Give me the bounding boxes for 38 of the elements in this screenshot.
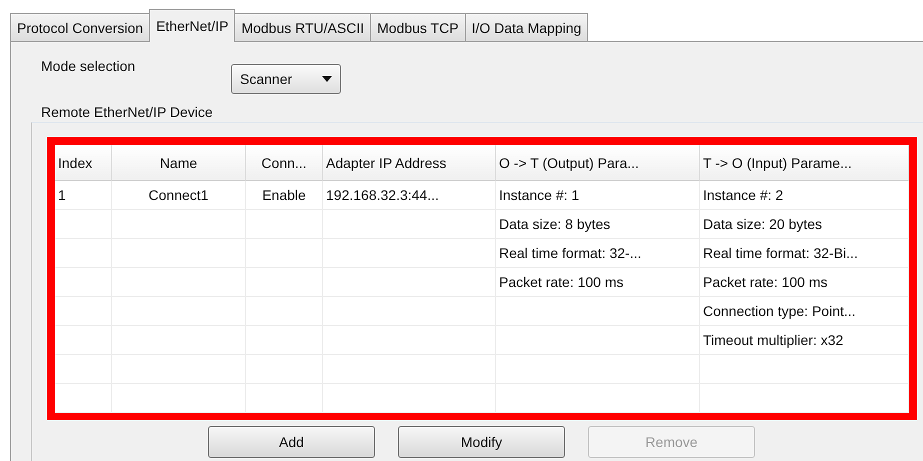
tab[interactable]: Protocol Conversion xyxy=(10,13,150,42)
table-cell: 192.168.32.3:44... xyxy=(323,181,496,210)
column-header[interactable]: T -> O (Input) Parame... xyxy=(700,145,909,181)
empty-cell xyxy=(55,355,112,384)
tab[interactable]: I/O Data Mapping xyxy=(464,13,588,42)
column-header[interactable]: O -> T (Output) Para... xyxy=(496,145,700,181)
table-cell: Packet rate: 100 ms xyxy=(496,268,700,297)
table-cell: Connection type: Point... xyxy=(700,297,909,326)
tab[interactable]: EtherNet/IP xyxy=(149,9,236,42)
empty-cell xyxy=(55,239,112,268)
column-header[interactable]: Index xyxy=(55,145,112,181)
empty-cell xyxy=(55,297,112,326)
table-cell: Instance #: 2 xyxy=(700,181,909,210)
group-title: Remote EtherNet/IP Device xyxy=(41,104,213,120)
column-header[interactable]: Conn... xyxy=(246,145,323,181)
table-cell: Real time format: 32-... xyxy=(496,239,700,268)
mode-label: Mode selection xyxy=(40,58,136,74)
caret-icon xyxy=(322,76,332,82)
table-cell: Timeout multiplier: x32 xyxy=(700,326,909,355)
table-cell: Connect1 xyxy=(112,181,246,210)
table-cell: Instance #: 1 xyxy=(496,181,700,210)
tab[interactable]: Modbus RTU/ASCII xyxy=(234,13,372,42)
empty-cell xyxy=(55,268,112,297)
mode-dropdown[interactable]: Scanner xyxy=(231,64,341,94)
table-cell: Packet rate: 100 ms xyxy=(700,268,909,297)
table-cell: Data size: 8 bytes xyxy=(496,210,700,239)
column-header[interactable]: Name xyxy=(112,145,246,181)
empty-cell xyxy=(55,384,112,413)
column-header[interactable]: Adapter IP Address xyxy=(323,145,496,181)
tab[interactable]: Modbus TCP xyxy=(370,13,466,42)
table-cell: Enable xyxy=(246,181,323,210)
action-button[interactable]: Add xyxy=(208,426,375,458)
table-cell: Real time format: 32-Bi... xyxy=(700,239,909,268)
empty-cell xyxy=(55,326,112,355)
table-cell: Data size: 20 bytes xyxy=(700,210,909,239)
empty-cell xyxy=(55,210,112,239)
table-cell: 1 xyxy=(55,181,112,210)
action-button[interactable]: Modify xyxy=(398,426,565,458)
